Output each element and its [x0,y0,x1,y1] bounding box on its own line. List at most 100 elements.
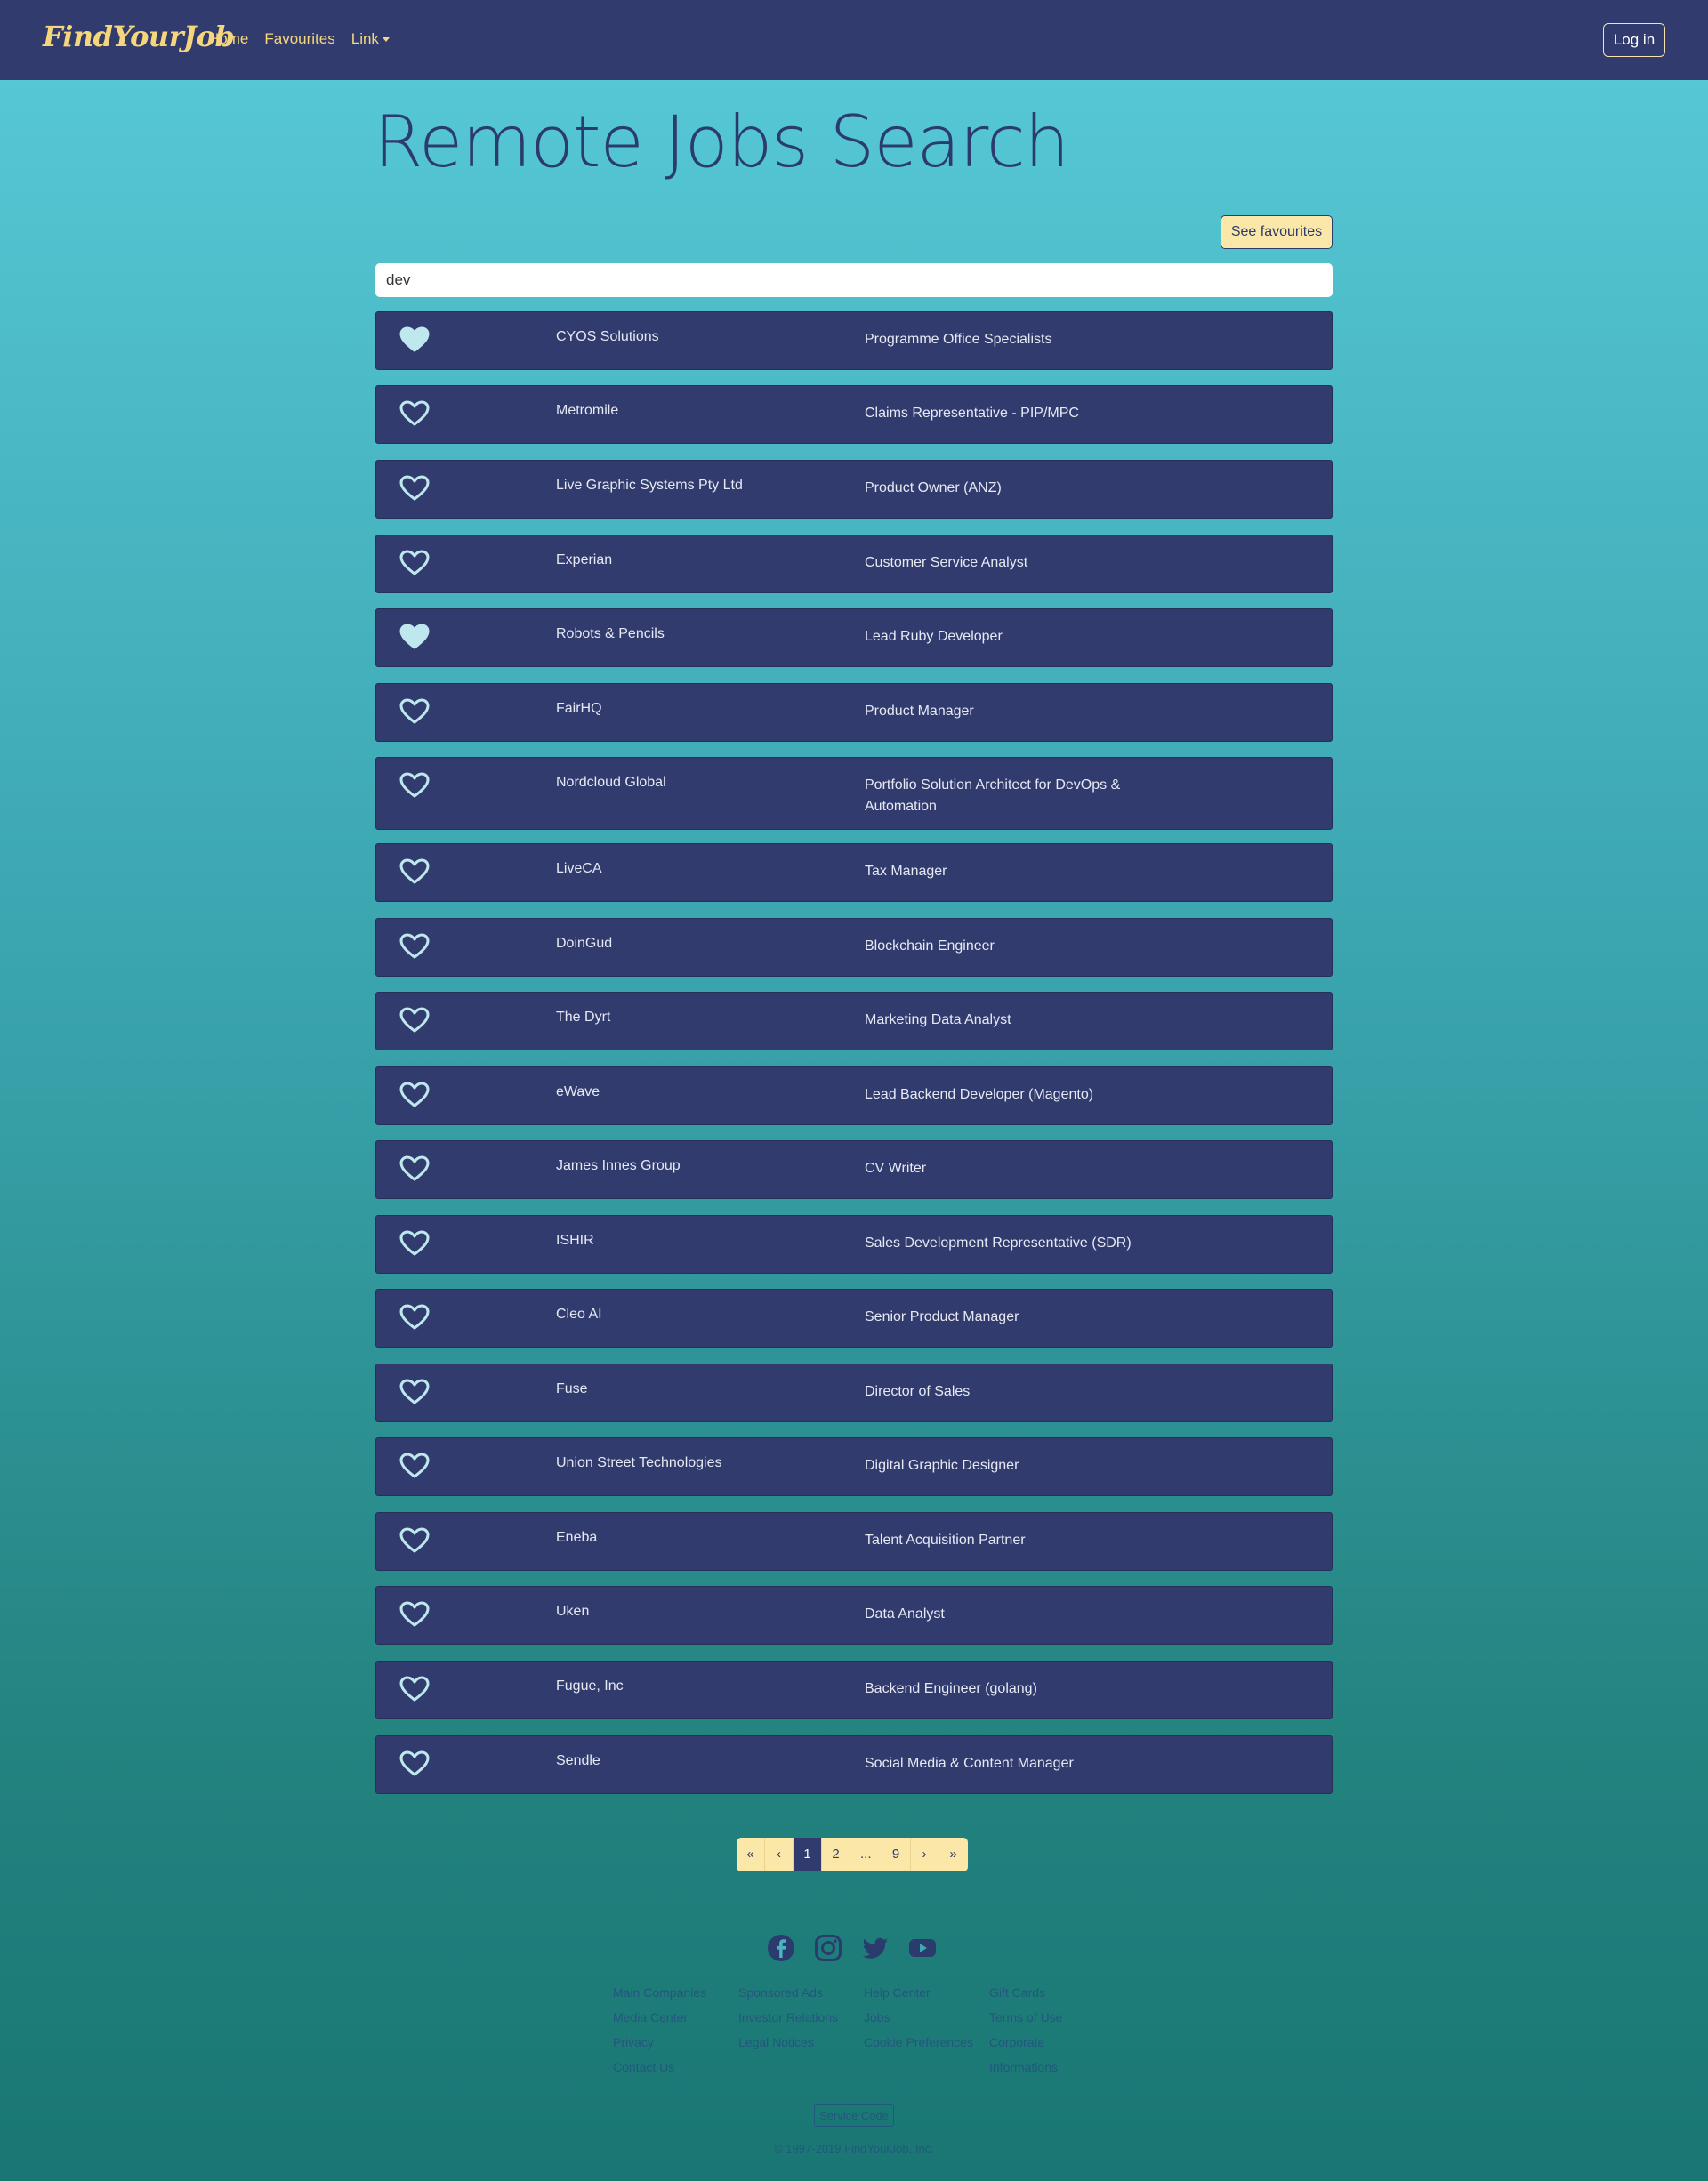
heart-outline-icon[interactable] [399,933,430,960]
job-company: Experian [556,552,613,567]
nav-link-favourites[interactable]: Favourites [264,30,334,48]
heart-outline-icon[interactable] [399,1155,430,1182]
footer-link[interactable]: Terms of Use [989,2005,1115,2030]
last-page-button[interactable]: » [939,1838,968,1871]
login-button[interactable]: Log in [1603,23,1665,57]
job-row[interactable]: CYOS Solutions Programme Office Specialis… [375,311,1333,370]
job-row[interactable]: LiveCA Tax Manager [375,843,1333,902]
facebook-icon[interactable] [767,1934,795,1962]
job-row[interactable]: eWave Lead Backend Developer (Magento) [375,1066,1333,1125]
job-row[interactable]: Cleo AI Senior Product Manager [375,1289,1333,1348]
heart-outline-icon[interactable] [399,475,430,502]
footer-link[interactable]: Main Companies [613,1980,738,2005]
see-favourites-button[interactable]: See favourites [1221,215,1333,249]
service-code-button[interactable]: Service Code [814,2104,894,2127]
footer-link[interactable]: Cookie Preferences [864,2030,989,2055]
footer-link[interactable]: Gift Cards [989,1980,1115,2005]
page-ellipsis: ... [850,1838,882,1871]
footer-link[interactable]: Sponsored Ads [738,1980,864,2005]
heart-outline-icon[interactable] [399,698,430,725]
heart-outline-icon[interactable] [399,1527,430,1554]
job-row[interactable]: Nordcloud Global Portfolio Solution Archi… [375,757,1333,830]
page-9-button[interactable]: 9 [882,1838,911,1871]
instagram-icon[interactable] [814,1934,842,1962]
job-company: Robots & Pencils [556,626,665,641]
nav-link-dropdown[interactable]: Link [351,30,390,48]
job-title: Director of Sales [865,1384,971,1399]
job-row[interactable]: Live Graphic Systems Pty Ltd Product Owne… [375,460,1333,519]
job-row[interactable]: FairHQ Product Manager [375,683,1333,742]
job-title: Portfolio Solution Architect for DevOps … [865,777,1121,814]
heart-outline-icon[interactable] [399,1750,430,1777]
twitter-icon[interactable] [861,1934,890,1962]
job-company: DoinGud [556,936,613,951]
heart-outline-icon[interactable] [399,1304,430,1331]
next-page-button[interactable]: › [910,1838,939,1871]
job-row[interactable]: Fuse Director of Sales [375,1364,1333,1422]
first-page-button[interactable]: « [737,1838,765,1871]
search-input[interactable] [375,263,1333,297]
job-row[interactable]: Fugue, Inc Backend Engineer (golang) [375,1661,1333,1719]
heart-outline-icon[interactable] [399,400,430,427]
job-row[interactable]: The Dyrt Marketing Data Analyst [375,992,1333,1050]
footer-link[interactable]: Media Center [613,2005,738,2030]
job-row[interactable]: Union Street Technologies Digital Graphic… [375,1437,1333,1496]
job-company: ISHIR [556,1233,594,1248]
prev-page-button[interactable]: ‹ [765,1838,794,1871]
heart-outline-icon[interactable] [399,858,430,885]
job-row[interactable]: Uken Data Analyst [375,1586,1333,1645]
heart-outline-icon[interactable] [399,1601,430,1628]
heart-outline-icon[interactable] [399,1676,430,1702]
job-title: Sales Development Representative (SDR) [865,1235,1132,1251]
job-row[interactable]: Sendle Social Media & Content Manager [375,1735,1333,1794]
heart-outline-icon[interactable] [399,550,430,576]
page-1-button[interactable]: 1 [794,1838,822,1871]
footer-link[interactable]: Contact Us [613,2055,738,2080]
job-title: Digital Graphic Designer [865,1458,1019,1473]
job-company: Nordcloud Global [556,775,666,790]
job-title: Programme Office Specialists [865,332,1052,347]
heart-outline-icon[interactable] [399,1082,430,1108]
page-title: Remote Jobs Search [374,101,1069,183]
heart-filled-icon[interactable] [399,326,430,353]
job-company: Uken [556,1604,590,1619]
job-title: Backend Engineer (golang) [865,1681,1037,1696]
footer-column: Help Center Jobs Cookie Preferences [864,1980,989,2080]
brand-logo[interactable]: FindYourJob [43,20,235,53]
job-row[interactable]: DoinGud Blockchain Engineer [375,918,1333,977]
job-title: Claims Representative - PIP/MPC [865,406,1079,421]
footer-column: Sponsored Ads Investor Relations Legal Not… [738,1980,864,2080]
footer-link[interactable]: Legal Notices [738,2030,864,2055]
footer-link[interactable]: Informations [989,2055,1115,2080]
page-2-button[interactable]: 2 [822,1838,850,1871]
job-row[interactable]: James Innes Group CV Writer [375,1140,1333,1199]
heart-outline-icon[interactable] [399,1230,430,1257]
footer-link[interactable]: Privacy [613,2030,738,2055]
job-company: Live Graphic Systems Pty Ltd [556,478,743,493]
footer-link[interactable]: Jobs [864,2005,989,2030]
job-company: The Dyrt [556,1010,611,1025]
heart-outline-icon[interactable] [399,1453,430,1479]
social-links [767,1934,937,1962]
footer-link[interactable]: Help Center [864,1980,989,2005]
youtube-icon[interactable] [908,1934,937,1962]
job-row[interactable]: Eneba Talent Acquisition Partner [375,1512,1333,1571]
caret-down-icon [382,37,390,43]
job-row[interactable]: Metromile Claims Representative - PIP/MPC [375,385,1333,444]
heart-outline-icon[interactable] [399,1379,430,1405]
job-title: Tax Manager [865,864,947,879]
job-company: eWave [556,1084,600,1099]
heart-outline-icon[interactable] [399,772,430,799]
footer-link[interactable]: Investor Relations [738,2005,864,2030]
job-company: James Innes Group [556,1158,681,1173]
pagination: «‹ 1 2... 9 ›» [737,1838,968,1871]
job-row[interactable]: Experian Customer Service Analyst [375,535,1333,593]
heart-filled-icon[interactable] [399,624,430,650]
job-row[interactable]: Robots & Pencils Lead Ruby Developer [375,608,1333,667]
job-company: Cleo AI [556,1307,602,1322]
heart-outline-icon[interactable] [399,1007,430,1034]
nav-link-home[interactable]: Home [208,30,248,48]
footer-link[interactable]: Corporate [989,2030,1115,2055]
job-row[interactable]: ISHIR Sales Development Representative (S… [375,1215,1333,1274]
job-company: Union Street Technologies [556,1455,722,1470]
